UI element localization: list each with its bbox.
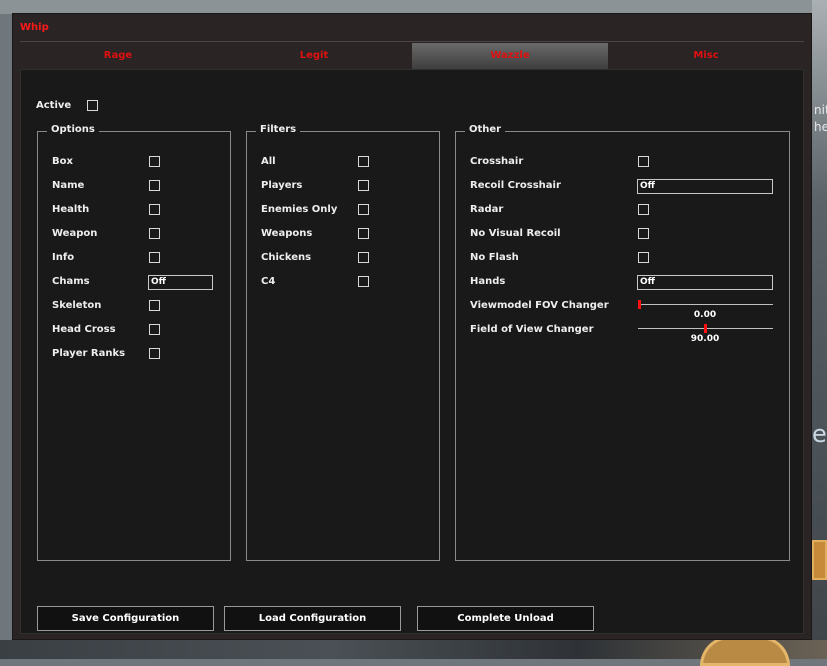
active-checkbox[interactable] xyxy=(87,100,98,111)
other-group: Other xyxy=(455,124,790,561)
option-box-label: Box xyxy=(52,156,73,167)
viewmodel-fov-slider[interactable] xyxy=(638,300,773,309)
tab-legit[interactable]: Legit xyxy=(216,43,412,69)
option-name-checkbox[interactable] xyxy=(149,180,160,191)
option-box-checkbox[interactable] xyxy=(149,156,160,167)
filter-c4-label: C4 xyxy=(261,276,276,287)
other-no-visual-recoil-checkbox[interactable] xyxy=(638,228,649,239)
filter-players-label: Players xyxy=(261,180,303,191)
viewmodel-fov-value: 0.00 xyxy=(693,310,717,320)
background-top xyxy=(0,0,827,14)
background-badge xyxy=(812,540,827,580)
option-name-label: Name xyxy=(52,180,85,191)
other-radar-checkbox[interactable] xyxy=(638,204,649,215)
other-hands-dropdown[interactable]: Off xyxy=(637,275,773,290)
filter-enemies-only-checkbox[interactable] xyxy=(358,204,369,215)
tab-rage[interactable]: Rage xyxy=(20,43,216,69)
filter-weapons-checkbox[interactable] xyxy=(358,228,369,239)
other-viewmodel-fov-label: Viewmodel FOV Changer xyxy=(470,300,609,311)
option-chams-label: Chams xyxy=(52,276,90,287)
filter-all-label: All xyxy=(261,156,276,167)
option-health-checkbox[interactable] xyxy=(149,204,160,215)
other-recoil-crosshair-dropdown[interactable]: Off xyxy=(637,179,773,194)
filter-all-checkbox[interactable] xyxy=(358,156,369,167)
tab-wazzle[interactable]: Wazzle xyxy=(412,43,608,69)
filters-group: Filters xyxy=(246,124,440,561)
other-hands-label: Hands xyxy=(470,276,506,287)
other-no-flash-label: No Flash xyxy=(470,252,519,263)
slider-thumb[interactable] xyxy=(638,300,641,309)
option-health-label: Health xyxy=(52,204,90,215)
option-chams-dropdown[interactable]: Off xyxy=(148,275,213,290)
option-skeleton-label: Skeleton xyxy=(52,300,102,311)
option-info-checkbox[interactable] xyxy=(149,252,160,263)
load-configuration-button[interactable]: Load Configuration xyxy=(224,606,401,631)
options-group-title: Options xyxy=(47,124,99,135)
window-title: Whip xyxy=(20,22,49,33)
other-crosshair-checkbox[interactable] xyxy=(638,156,649,167)
option-info-label: Info xyxy=(52,252,75,263)
other-crosshair-label: Crosshair xyxy=(470,156,524,167)
fov-slider[interactable] xyxy=(638,324,773,333)
tab-misc[interactable]: Misc xyxy=(608,43,804,69)
cheat-menu-window: Whip Rage Legit Wazzle Misc Active Optio… xyxy=(12,13,812,640)
filters-group-title: Filters xyxy=(256,124,301,135)
filter-chickens-checkbox[interactable] xyxy=(358,252,369,263)
filter-c4-checkbox[interactable] xyxy=(358,276,369,287)
complete-unload-button[interactable]: Complete Unload xyxy=(417,606,594,631)
other-fov-label: Field of View Changer xyxy=(470,324,594,335)
background-coin xyxy=(700,636,790,666)
slider-thumb[interactable] xyxy=(704,324,707,333)
slider-track xyxy=(638,304,773,305)
filter-chickens-label: Chickens xyxy=(261,252,312,263)
option-head-cross-label: Head Cross xyxy=(52,324,116,335)
tab-content: Active Options Box Name Health Weapon In… xyxy=(20,69,804,634)
background-text: he xyxy=(814,120,827,134)
other-no-visual-recoil-label: No Visual Recoil xyxy=(470,228,561,239)
filter-players-checkbox[interactable] xyxy=(358,180,369,191)
option-weapon-checkbox[interactable] xyxy=(149,228,160,239)
tab-bar: Rage Legit Wazzle Misc xyxy=(20,43,804,69)
filter-enemies-only-label: Enemies Only xyxy=(261,204,338,215)
background-text: nit xyxy=(814,103,827,117)
option-weapon-label: Weapon xyxy=(52,228,98,239)
option-head-cross-checkbox[interactable] xyxy=(149,324,160,335)
option-player-ranks-label: Player Ranks xyxy=(52,348,126,359)
options-group: Options xyxy=(37,124,231,561)
background-text: e xyxy=(812,420,827,448)
save-configuration-button[interactable]: Save Configuration xyxy=(37,606,214,631)
other-no-flash-checkbox[interactable] xyxy=(638,252,649,263)
title-divider xyxy=(20,41,804,42)
option-player-ranks-checkbox[interactable] xyxy=(149,348,160,359)
option-skeleton-checkbox[interactable] xyxy=(149,300,160,311)
active-label: Active xyxy=(36,100,72,111)
other-group-title: Other xyxy=(465,124,506,135)
filter-weapons-label: Weapons xyxy=(261,228,313,239)
other-radar-label: Radar xyxy=(470,204,504,215)
fov-value: 90.00 xyxy=(690,334,720,344)
other-recoil-crosshair-label: Recoil Crosshair xyxy=(470,180,561,191)
